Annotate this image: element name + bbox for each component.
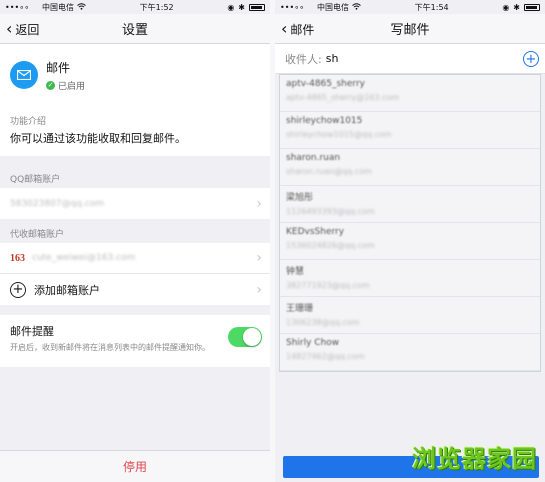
chevron-right-icon: › <box>256 281 262 298</box>
add-account-label: 添加邮箱账户 <box>34 283 100 297</box>
recipient-field[interactable]: 收件人: sh + <box>275 44 545 74</box>
recipient-label: 收件人: <box>285 52 322 66</box>
notify-title: 邮件提醒 <box>10 325 54 338</box>
contact-suggestion-item[interactable]: sharon.ruan sharon.ruan@qq.com <box>280 149 540 186</box>
contact-email: 1126493393@qq.com <box>286 207 375 216</box>
wifi-icon <box>77 2 86 12</box>
bluetooth-icon: ✱ <box>238 2 245 12</box>
qq-account-row[interactable]: 583023807@qq.com › <box>0 188 270 219</box>
wifi-icon <box>352 2 361 12</box>
back-label: 返回 <box>15 22 40 37</box>
contact-email: shirleychow1015@qq.com <box>286 130 392 139</box>
contact-name: sharon.ruan <box>286 153 341 163</box>
signal-icon: •••∘∘ <box>280 2 305 12</box>
page-title: 设置 <box>121 23 148 38</box>
contact-suggestion-item[interactable]: aptv-4865_sherry aptv-4865_sherry@163.com <box>280 75 540 112</box>
recipient-input[interactable]: sh <box>326 52 339 65</box>
mail-plugin-header: 邮件 ✓ 已启用 <box>0 44 270 106</box>
mail-icon <box>10 61 38 89</box>
settings-screen: •••∘∘ 中国电信 下午1:52 ◉ ✱ ‹ 返回 设置 邮件 ✓ 已启用 功… <box>0 0 270 482</box>
compose-screen: •••∘∘ 中国电信 下午1:54 ◉ ✱ ‹ 邮件 写邮件 收件人: sh +… <box>275 0 545 482</box>
bluetooth-icon: ✱ <box>513 2 520 12</box>
intro-section: 功能介绍 你可以通过该功能收取和回复邮件。 <box>0 106 270 156</box>
add-account-row[interactable]: + 添加邮箱账户 › <box>0 274 270 305</box>
back-label: 邮件 <box>290 22 315 37</box>
plus-circle-icon: + <box>10 281 26 298</box>
contact-name: 王珊珊 <box>286 304 314 314</box>
chevron-left-icon: ‹ <box>6 19 13 38</box>
chevron-left-icon: ‹ <box>281 19 288 38</box>
disable-button[interactable]: 停用 <box>0 450 270 482</box>
contact-name: KEDvsSherry <box>286 227 345 237</box>
intro-label: 功能介绍 <box>10 117 47 127</box>
163-logo-icon: 163 <box>10 252 25 264</box>
enabled-status: ✓ 已启用 <box>46 79 85 92</box>
page-title: 写邮件 <box>390 23 430 38</box>
nav-bar: ‹ 返回 设置 <box>0 14 270 44</box>
contact-suggestion-item[interactable]: 钟慧 382771923@qq.com <box>280 260 540 297</box>
163-account-value: cute_weiwei@163.com <box>32 253 136 263</box>
lock-rotation-icon: ◉ <box>502 2 510 12</box>
carrier-label: 中国电信 <box>42 2 74 12</box>
contact-suggestion-item[interactable]: shirleychow1015 shirleychow1015@qq.com <box>280 112 540 149</box>
contact-email: 1306238@qq.com <box>286 318 360 327</box>
contact-email: sharon.ruan@qq.com <box>286 167 372 176</box>
contact-name: 钟慧 <box>286 267 305 277</box>
notify-description: 开启后，收到新邮件将在消息列表中的邮件提醒通知你。 <box>10 343 210 352</box>
check-icon: ✓ <box>46 80 55 90</box>
contact-email: aptv-4865_sherry@163.com <box>286 93 400 102</box>
contact-suggestion-item[interactable]: KEDvsSherry 1536024826@qq.com <box>280 223 540 260</box>
contact-name: 梁旭彤 <box>286 193 314 203</box>
status-time: 下午1:52 <box>139 2 174 12</box>
163-account-row[interactable]: 163 cute_weiwei@163.com › <box>0 243 270 274</box>
contact-suggestion-item[interactable]: Shirly Chow 14827462@qq.com <box>280 334 540 371</box>
battery-icon <box>249 3 265 11</box>
nav-bar: ‹ 邮件 写邮件 <box>275 14 545 44</box>
enabled-label: 已启用 <box>58 81 86 92</box>
signal-icon: •••∘∘ <box>5 2 30 12</box>
contact-name: Shirly Chow <box>286 338 340 348</box>
status-bar: •••∘∘ 中国电信 下午1:54 ◉ ✱ <box>275 0 545 14</box>
qq-account-value: 583023807@qq.com <box>10 198 105 209</box>
status-time: 下午1:54 <box>414 2 449 12</box>
contact-suggestions: aptv-4865_sherry aptv-4865_sherry@163.com… <box>279 74 541 372</box>
battery-icon <box>524 3 540 11</box>
lock-rotation-icon: ◉ <box>227 2 235 12</box>
chevron-right-icon: › <box>256 195 262 212</box>
contact-name: aptv-4865_sherry <box>286 79 365 89</box>
other-account-label: 代收邮箱账户 <box>10 230 65 240</box>
status-bar: •••∘∘ 中国电信 下午1:52 ◉ ✱ <box>0 0 270 14</box>
qq-account-label: QQ邮箱账户 <box>10 175 61 185</box>
carrier-label: 中国电信 <box>317 2 349 12</box>
notify-toggle[interactable] <box>228 327 262 347</box>
chevron-right-icon: › <box>256 250 262 266</box>
back-button[interactable]: ‹ 邮件 <box>281 14 314 44</box>
plugin-name: 邮件 <box>46 60 71 75</box>
mail-notify-row: 邮件提醒 开启后，收到新邮件将在消息列表中的邮件提醒通知你。 <box>0 315 270 367</box>
contact-email: 1536024826@qq.com <box>286 241 375 250</box>
watermark-logo: 浏览器家园 <box>412 445 537 473</box>
other-account-group: 163 cute_weiwei@163.com › + 添加邮箱账户 › <box>0 243 270 305</box>
contact-email: 14827462@qq.com <box>286 352 365 361</box>
back-button[interactable]: ‹ 返回 <box>6 14 39 44</box>
contact-suggestion-item[interactable]: 梁旭彤 1126493393@qq.com <box>280 186 540 223</box>
add-contact-icon[interactable]: + <box>523 51 539 67</box>
contact-name: shirleychow1015 <box>286 116 363 126</box>
contact-suggestion-item[interactable]: 王珊珊 1306238@qq.com <box>280 297 540 334</box>
intro-text: 你可以通过该功能收取和回复邮件。 <box>10 132 186 145</box>
contact-email: 382771923@qq.com <box>286 281 370 290</box>
qq-account-group: 583023807@qq.com › <box>0 188 270 219</box>
